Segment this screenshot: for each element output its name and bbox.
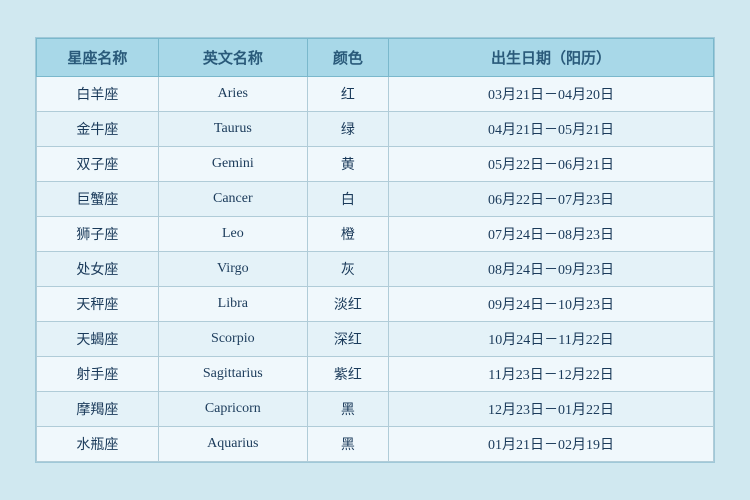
cell-chinese: 狮子座 bbox=[37, 217, 159, 252]
cell-english: Scorpio bbox=[158, 322, 307, 357]
cell-color: 黑 bbox=[307, 427, 388, 462]
cell-english: Libra bbox=[158, 287, 307, 322]
cell-chinese: 天秤座 bbox=[37, 287, 159, 322]
table-row: 金牛座Taurus绿04月21日－05月21日 bbox=[37, 112, 714, 147]
cell-chinese: 巨蟹座 bbox=[37, 182, 159, 217]
cell-color: 红 bbox=[307, 77, 388, 112]
cell-color: 橙 bbox=[307, 217, 388, 252]
table-header-row: 星座名称 英文名称 颜色 出生日期（阳历） bbox=[37, 39, 714, 77]
cell-date: 06月22日－07月23日 bbox=[389, 182, 714, 217]
cell-english: Cancer bbox=[158, 182, 307, 217]
cell-english: Aries bbox=[158, 77, 307, 112]
cell-color: 黑 bbox=[307, 392, 388, 427]
cell-chinese: 水瓶座 bbox=[37, 427, 159, 462]
cell-date: 03月21日－04月20日 bbox=[389, 77, 714, 112]
cell-date: 05月22日－06月21日 bbox=[389, 147, 714, 182]
cell-color: 灰 bbox=[307, 252, 388, 287]
cell-color: 绿 bbox=[307, 112, 388, 147]
table-row: 天秤座Libra淡红09月24日－10月23日 bbox=[37, 287, 714, 322]
cell-chinese: 摩羯座 bbox=[37, 392, 159, 427]
cell-chinese: 射手座 bbox=[37, 357, 159, 392]
cell-date: 04月21日－05月21日 bbox=[389, 112, 714, 147]
cell-color: 深红 bbox=[307, 322, 388, 357]
cell-chinese: 双子座 bbox=[37, 147, 159, 182]
cell-english: Capricorn bbox=[158, 392, 307, 427]
header-date: 出生日期（阳历） bbox=[389, 39, 714, 77]
zodiac-table-container: 星座名称 英文名称 颜色 出生日期（阳历） 白羊座Aries红03月21日－04… bbox=[35, 37, 715, 463]
cell-date: 12月23日－01月22日 bbox=[389, 392, 714, 427]
cell-date: 01月21日－02月19日 bbox=[389, 427, 714, 462]
cell-chinese: 金牛座 bbox=[37, 112, 159, 147]
cell-chinese: 处女座 bbox=[37, 252, 159, 287]
cell-english: Aquarius bbox=[158, 427, 307, 462]
cell-color: 淡红 bbox=[307, 287, 388, 322]
cell-english: Sagittarius bbox=[158, 357, 307, 392]
table-row: 双子座Gemini黄05月22日－06月21日 bbox=[37, 147, 714, 182]
header-chinese: 星座名称 bbox=[37, 39, 159, 77]
header-color: 颜色 bbox=[307, 39, 388, 77]
header-english: 英文名称 bbox=[158, 39, 307, 77]
table-row: 巨蟹座Cancer白06月22日－07月23日 bbox=[37, 182, 714, 217]
table-row: 水瓶座Aquarius黑01月21日－02月19日 bbox=[37, 427, 714, 462]
zodiac-table: 星座名称 英文名称 颜色 出生日期（阳历） 白羊座Aries红03月21日－04… bbox=[36, 38, 714, 462]
table-row: 白羊座Aries红03月21日－04月20日 bbox=[37, 77, 714, 112]
cell-english: Virgo bbox=[158, 252, 307, 287]
table-row: 摩羯座Capricorn黑12月23日－01月22日 bbox=[37, 392, 714, 427]
table-row: 狮子座Leo橙07月24日－08月23日 bbox=[37, 217, 714, 252]
cell-english: Leo bbox=[158, 217, 307, 252]
cell-color: 紫红 bbox=[307, 357, 388, 392]
cell-english: Gemini bbox=[158, 147, 307, 182]
cell-date: 09月24日－10月23日 bbox=[389, 287, 714, 322]
cell-date: 11月23日－12月22日 bbox=[389, 357, 714, 392]
table-row: 射手座Sagittarius紫红11月23日－12月22日 bbox=[37, 357, 714, 392]
cell-color: 白 bbox=[307, 182, 388, 217]
cell-english: Taurus bbox=[158, 112, 307, 147]
cell-color: 黄 bbox=[307, 147, 388, 182]
cell-date: 07月24日－08月23日 bbox=[389, 217, 714, 252]
cell-chinese: 白羊座 bbox=[37, 77, 159, 112]
cell-date: 08月24日－09月23日 bbox=[389, 252, 714, 287]
table-row: 处女座Virgo灰08月24日－09月23日 bbox=[37, 252, 714, 287]
table-row: 天蝎座Scorpio深红10月24日－11月22日 bbox=[37, 322, 714, 357]
cell-date: 10月24日－11月22日 bbox=[389, 322, 714, 357]
cell-chinese: 天蝎座 bbox=[37, 322, 159, 357]
